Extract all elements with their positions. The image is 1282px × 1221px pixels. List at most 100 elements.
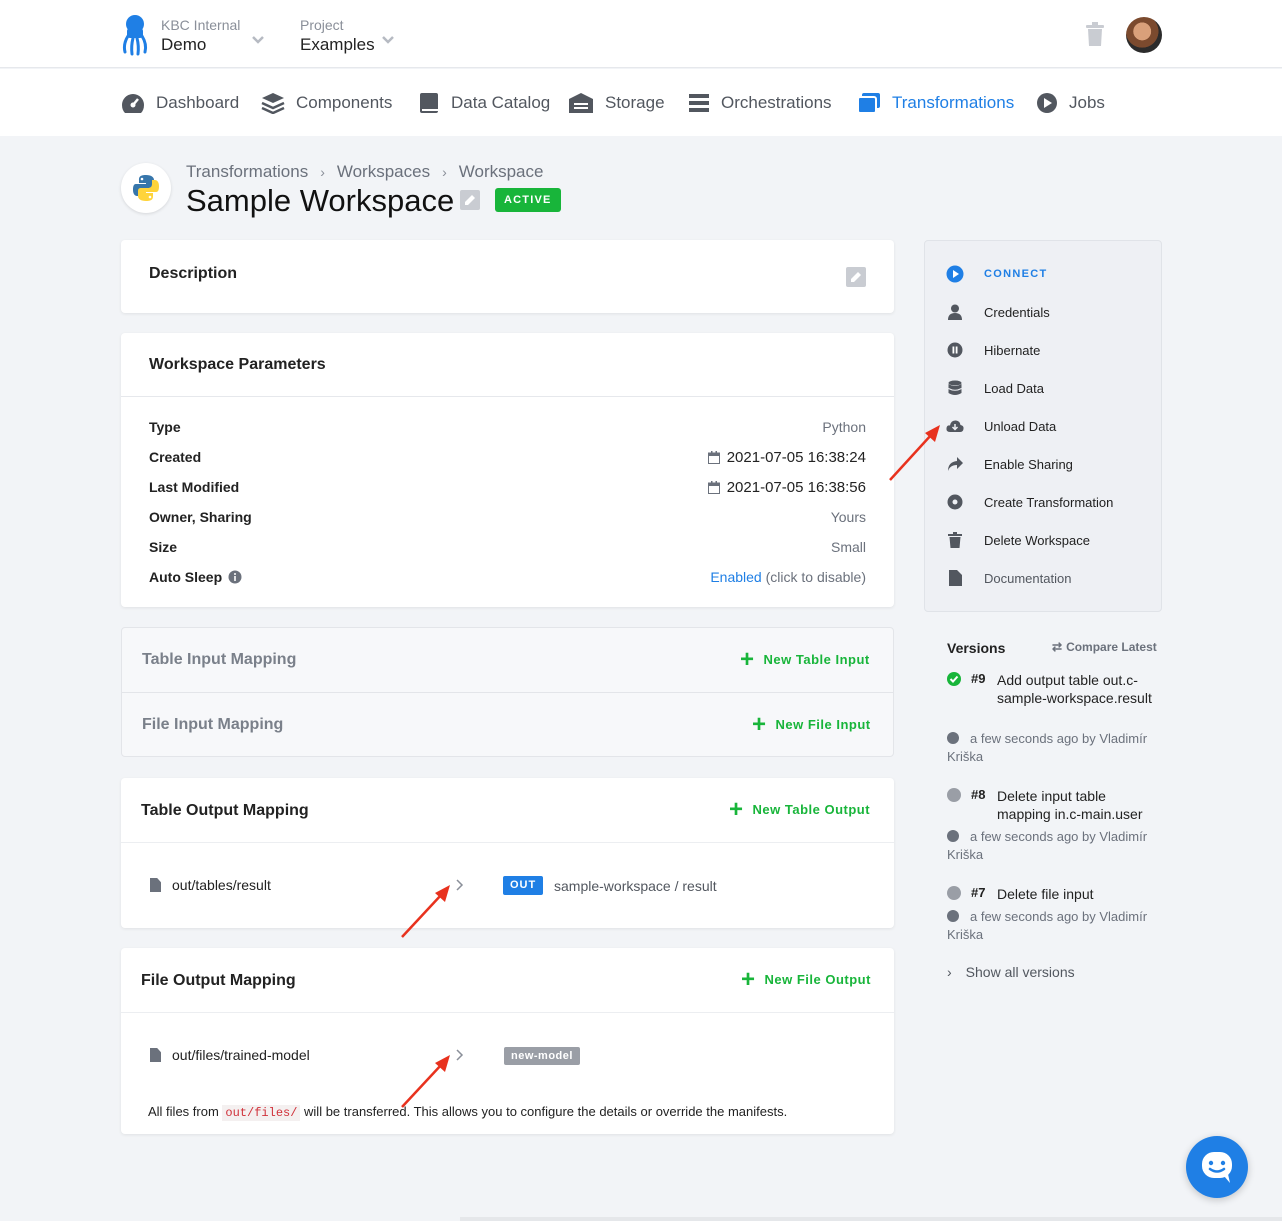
load-data-button[interactable]: Load Data [946,378,1044,398]
main-navigation: Dashboard Components Data Catalog Storag… [0,69,1282,136]
nav-dashboard[interactable]: Dashboard [121,69,239,136]
user-avatar[interactable] [1126,17,1162,53]
nav-orchestrations[interactable]: Orchestrations [688,69,832,136]
table-output-row[interactable]: out/tables/result [150,877,271,893]
file-output-row[interactable]: out/files/trained-model [150,1047,310,1063]
nav-jobs[interactable]: Jobs [1036,69,1105,136]
note-code: out/files/ [222,1105,301,1121]
project-value: Examples [300,35,375,54]
divider [121,1012,894,1013]
version-number: #9 [971,671,986,686]
nav-data-catalog[interactable]: Data Catalog [418,69,550,136]
version-meta-text: a few seconds ago by Vladimír Kriška [947,731,1148,764]
input-mapping-card [121,627,894,757]
pause-circle-icon [947,342,963,358]
documentation-link[interactable]: Documentation [946,568,1071,588]
annotation-arrow-icon [401,885,450,938]
action-label: Unload Data [984,418,1057,434]
gear-icon [947,494,963,510]
table-output-card: Table Output Mapping [121,778,894,928]
new-table-input-button[interactable]: + New Table Input [740,645,870,673]
action-label: Enable Sharing [984,456,1073,472]
note-suffix: will be transferred. This allows you to … [300,1104,788,1119]
project-switcher[interactable]: Project Examples [300,17,394,55]
organization-label: KBC Internal [161,17,241,33]
param-value-wrap: 2021-07-05 16:38:56 [707,479,866,496]
chevron-right-icon: › [947,964,952,980]
auto-sleep-toggle-link[interactable]: Enabled [710,569,761,585]
new-file-output-button[interactable]: + New File Output [741,967,871,991]
param-value: Python [822,419,866,435]
param-row: Size Small [149,539,866,557]
param-row: Auto Sleep Enabled (click to disable) [149,569,866,587]
breadcrumb-workspaces[interactable]: Workspaces [337,162,430,182]
nav-storage[interactable]: Storage [568,69,665,136]
info-icon[interactable] [228,570,242,584]
trash-icon [948,532,962,548]
python-logo-icon [121,163,171,213]
plus-icon: + [740,645,755,673]
file-icon [150,1048,161,1062]
divider [122,692,893,693]
plus-icon: + [729,795,744,823]
nav-components[interactable]: Components [261,69,392,136]
organization-switcher[interactable]: KBC Internal Demo [161,17,264,55]
delete-workspace-button[interactable]: Delete Workspace [946,530,1090,550]
action-label: CONNECT [984,268,1048,280]
divider [121,396,894,397]
check-circle-icon [947,672,961,686]
chat-button[interactable] [1186,1136,1248,1198]
breadcrumb-transformations[interactable]: Transformations [186,162,308,182]
auto-sleep-hint: (click to disable) [761,569,866,585]
calendar-icon [707,481,720,494]
status-badge: ACTIVE [495,188,561,212]
version-meta-text: a few seconds ago by Vladimír Kriška [947,909,1148,942]
keboola-logo-icon[interactable] [121,14,149,56]
breadcrumb: Transformations › Workspaces › Workspace [186,162,543,182]
trash-icon[interactable] [1085,22,1105,46]
param-row: Owner, Sharing Yours [149,509,866,527]
file-input-mapping-title: File Input Mapping [142,716,284,733]
breadcrumb-workspace: Workspace [458,162,544,181]
create-transformation-button[interactable]: Create Transformation [946,492,1113,512]
divider [121,842,894,843]
description-card: Description [121,240,894,313]
nav-label: Storage [605,92,665,112]
share-icon [948,457,963,471]
compare-label: Compare Latest [1066,640,1157,654]
compare-latest-button[interactable]: ⇄ Compare Latest [1052,640,1157,654]
chevron-down-icon [382,36,394,44]
action-label: Create Transformation [984,494,1114,510]
description-title: Description [149,265,238,282]
edit-title-icon[interactable] [460,190,480,210]
param-value-wrap: 2021-07-05 16:38:24 [707,449,866,466]
file-output-note: All files from out/files/ will be transf… [148,1104,788,1121]
edit-description-icon[interactable] [846,267,866,287]
chevron-right-icon: › [442,164,447,180]
new-table-output-button[interactable]: + New Table Output [729,795,870,823]
enable-sharing-button[interactable]: Enable Sharing [946,454,1073,474]
unload-data-button[interactable]: Unload Data [946,416,1056,436]
new-file-input-button[interactable]: + New File Input [752,712,871,736]
out-badge: OUT [503,876,544,895]
output-source: out/tables/result [172,877,271,893]
note-prefix: All files from [148,1104,223,1119]
file-tag-badge: new-model [504,1047,580,1065]
document-icon [948,570,962,586]
param-key: Last Modified [149,479,240,495]
show-all-versions-link[interactable]: › Show all versions [947,964,1075,980]
connect-button[interactable]: CONNECT [946,264,1048,284]
table-output-title: Table Output Mapping [141,802,309,819]
user-icon [948,304,962,320]
annotation-arrow-icon [401,1055,450,1108]
param-key: Owner, Sharing [149,509,252,525]
chevron-down-icon [252,36,264,44]
versions-title: Versions [947,640,1006,656]
hibernate-button[interactable]: Hibernate [946,340,1040,360]
button-label: New File Input [775,717,871,732]
nav-transformations[interactable]: Transformations [857,69,1014,136]
credentials-button[interactable]: Credentials [946,302,1050,322]
status-dot-icon [947,788,961,802]
param-key: Type [149,419,181,435]
clock-icon [947,910,959,922]
